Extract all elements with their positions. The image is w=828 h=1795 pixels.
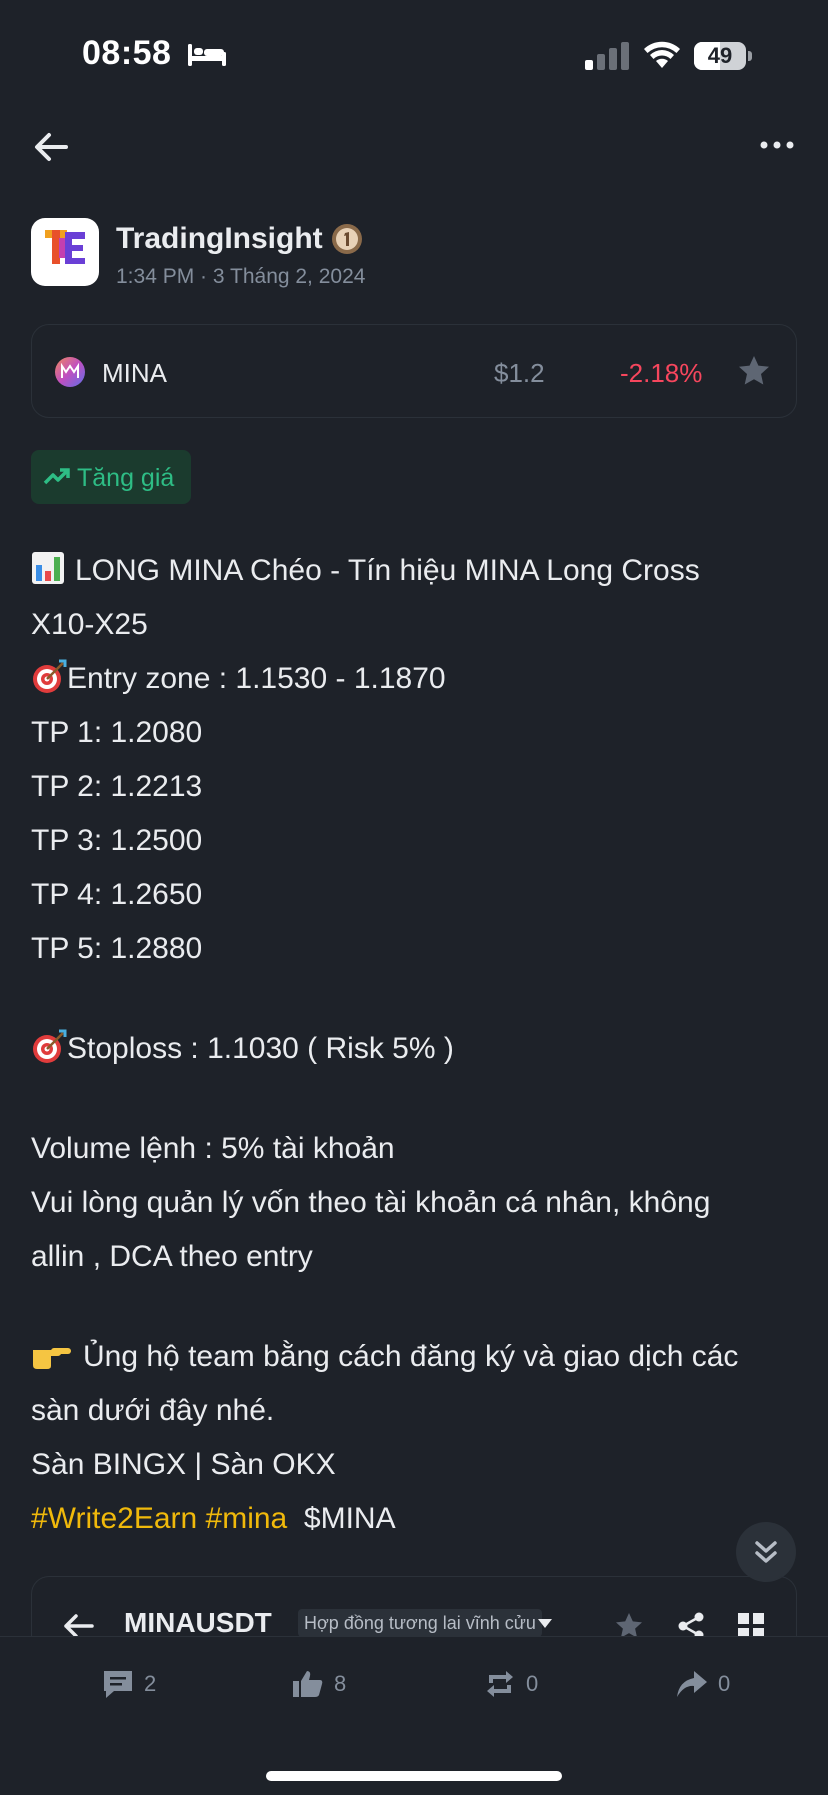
- take-profit-4: TP 4: 1.2650: [31, 878, 203, 911]
- thumbs-up-icon: [293, 1671, 323, 1697]
- status-time: 08:58: [82, 34, 172, 72]
- embed-symbol: MINAUSDT: [124, 1607, 272, 1638]
- author-avatar[interactable]: [31, 218, 99, 286]
- take-profit-3: TP 3: 1.2500: [31, 824, 203, 857]
- coin-price-card[interactable]: MINA $1.2 -2.18%: [31, 324, 797, 418]
- coin-change-percent: -2.18%: [620, 358, 703, 388]
- target-emoji-icon: [33, 1029, 67, 1063]
- wifi-icon: [644, 41, 680, 68]
- exchanges-line: Sàn BINGX | Sàn OKX: [31, 1448, 336, 1481]
- more-options-icon[interactable]: [760, 138, 794, 152]
- stoploss-line: Stoploss : 1.1030 ( Risk 5% ): [31, 1022, 801, 1076]
- post-title-line: LONG MINA Chéo - Tín hiệu MINA Long Cros…: [31, 544, 801, 598]
- stoploss: Stoploss : 1.1030 ( Risk 5% ): [67, 1032, 454, 1065]
- hashtag-mina[interactable]: #mina: [206, 1502, 288, 1535]
- share-count: 0: [718, 1671, 731, 1696]
- share-arrow-icon: [677, 1671, 707, 1697]
- like-count: 8: [334, 1671, 347, 1696]
- embed-contract-type: Hợp đồng tương lai vĩnh cửu: [298, 1609, 542, 1637]
- post-title-1: LONG MINA Chéo - Tín hiệu MINA Long Cros…: [75, 554, 700, 587]
- home-indicator[interactable]: [266, 1771, 562, 1781]
- support-line-2: sàn dưới đây nhé.: [31, 1394, 275, 1427]
- advice-line-1: Vui lòng quản lý vốn theo tài khoản cá n…: [31, 1186, 711, 1219]
- post-content: LONG MINA Chéo - Tín hiệu MINA Long Cros…: [31, 544, 801, 1546]
- sleep-focus-icon: [188, 44, 226, 66]
- comment-count: 2: [144, 1671, 157, 1696]
- trending-up-icon: [43, 468, 70, 485]
- entry-zone-line: Entry zone : 1.1530 - 1.1870: [31, 652, 801, 706]
- mina-coin-icon: [55, 357, 85, 387]
- hashtags-line: #Write2Earn #mina $MINA: [31, 1492, 801, 1546]
- rank-badge-icon: [332, 224, 362, 254]
- coin-symbol: MINA: [102, 358, 167, 388]
- author-name[interactable]: TradingInsight: [116, 222, 323, 256]
- hashtag-write2earn[interactable]: #Write2Earn: [31, 1502, 197, 1535]
- pointing-hand-emoji-icon: [33, 1348, 71, 1369]
- repost-icon: [487, 1671, 513, 1697]
- post-action-bar: 2 8 0 0: [0, 1636, 828, 1795]
- cashtag-mina[interactable]: $MINA: [304, 1502, 396, 1535]
- status-bar: 08:58 49: [0, 0, 828, 110]
- trading-insight-logo: [45, 230, 85, 264]
- entry-zone: Entry zone : 1.1530 - 1.1870: [67, 662, 446, 695]
- battery-indicator: 49: [694, 42, 752, 70]
- embedded-chart-card[interactable]: MINAUSDT Hợp đồng tương lai vĩnh cửu: [31, 1576, 797, 1640]
- cellular-signal-icon: [585, 42, 629, 70]
- take-profit-1: TP 1: 1.2080: [31, 716, 203, 749]
- volume-line: Volume lệnh : 5% tài khoản: [31, 1132, 395, 1165]
- support-text-1: Ủng hộ team bằng cách đăng ký và giao dị…: [83, 1340, 739, 1373]
- sentiment-label: Tăng giá: [77, 464, 175, 492]
- support-line: Ủng hộ team bằng cách đăng ký và giao dị…: [31, 1330, 801, 1384]
- battery-level: 49: [707, 43, 733, 68]
- coin-price: $1.2: [494, 358, 545, 388]
- sentiment-tag: Tăng giá: [31, 450, 191, 504]
- repost-count: 0: [526, 1671, 539, 1696]
- favorite-star-icon[interactable]: [736, 353, 772, 389]
- advice-line-2: allin , DCA theo entry: [31, 1240, 313, 1273]
- bar-chart-emoji-icon: [32, 552, 64, 584]
- target-emoji-icon: [33, 659, 67, 693]
- post-title-2: X10-X25: [31, 608, 148, 641]
- take-profit-5: TP 5: 1.2880: [31, 932, 203, 965]
- caret-down-icon: [538, 1619, 552, 1628]
- scroll-down-button[interactable]: [736, 1522, 796, 1582]
- comment-icon: [104, 1671, 132, 1698]
- take-profit-2: TP 2: 1.2213: [31, 770, 203, 803]
- post-timestamp: 1:34 PM · 3 Tháng 2, 2024: [116, 265, 366, 288]
- back-arrow-icon[interactable]: [32, 128, 70, 166]
- double-chevron-down-icon: [755, 1541, 777, 1563]
